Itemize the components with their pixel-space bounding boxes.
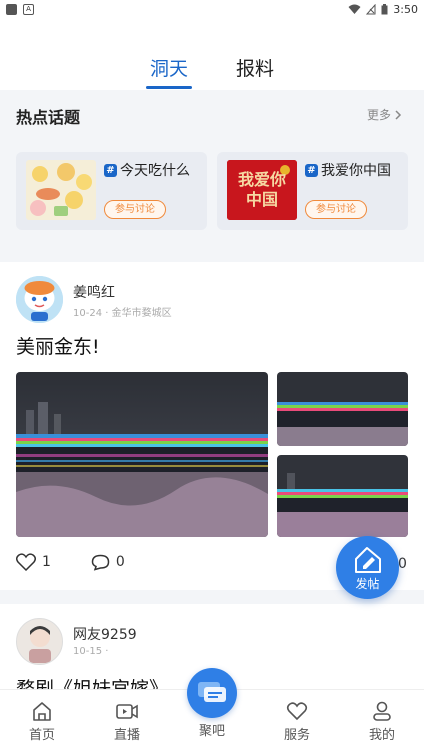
china-poster-image: 我爱你中国 [227, 160, 297, 220]
signal-off-icon [366, 3, 376, 14]
topic-card[interactable]: 我爱你中国 # 我爱你中国 参与讨论 [217, 152, 408, 230]
status-time: 3:50 [393, 2, 418, 16]
like-button[interactable]: 1 [16, 553, 51, 571]
author-name[interactable]: 网友9259 [73, 624, 137, 644]
nav-home[interactable]: 首页 [12, 700, 72, 743]
join-discussion-button[interactable]: 参与讨论 [104, 200, 166, 219]
nav-label: 直播 [113, 728, 140, 743]
nav-label: 聚吧 [198, 724, 225, 739]
heart-icon [286, 702, 308, 721]
section-divider [0, 244, 424, 262]
avatar[interactable] [16, 276, 63, 323]
home-icon [33, 702, 51, 721]
hashtag-icon: # [104, 163, 117, 177]
comment-icon [91, 554, 110, 571]
user-icon [373, 701, 391, 721]
food-illustration [26, 160, 96, 220]
post-title[interactable]: 美丽金东! [16, 332, 100, 359]
hot-topics-section: 热点话题 更多 # 今天吃什么 参与讨论 我爱你中国 # 我爱你中国 参与讨论 [0, 90, 424, 244]
poster-text: 我爱你中国 [237, 170, 286, 209]
hashtag-icon: # [305, 163, 318, 177]
tab-dongtian[interactable]: 洞天 [145, 55, 193, 91]
post-actions: 1 0 [16, 553, 165, 571]
post-image[interactable] [277, 372, 408, 446]
top-tabs: 洞天 报料 [0, 55, 424, 91]
topic-card[interactable]: # 今天吃什么 参与讨论 [16, 152, 207, 230]
status-bar: A 3:50 [0, 0, 424, 18]
nav-live[interactable]: 直播 [97, 700, 157, 743]
nav-label: 服务 [283, 728, 310, 743]
like-count: 1 [42, 554, 51, 570]
more-label: 更多 [366, 108, 391, 122]
avatar[interactable] [16, 618, 63, 665]
nav-label: 我的 [368, 728, 395, 743]
post-meta: 10-15 · [73, 646, 109, 657]
edit-icon [355, 547, 381, 573]
heart-icon [16, 553, 36, 571]
nav-juba-button[interactable] [187, 668, 237, 718]
tab-baoliao[interactable]: 报料 [236, 55, 274, 91]
bottom-nav: 首页 直播 聚吧 服务 我的 [0, 668, 424, 753]
nav-service[interactable]: 服务 [267, 700, 327, 743]
topic-title-text: 今天吃什么 [120, 163, 190, 179]
author-name[interactable]: 姜鸣红 [73, 282, 115, 302]
post-image[interactable] [16, 372, 268, 537]
a-badge-icon: A [23, 3, 34, 15]
more-link[interactable]: 更多 [367, 106, 402, 123]
nav-label: 首页 [28, 728, 55, 743]
notification-icon [6, 3, 17, 15]
comment-button[interactable]: 0 [91, 554, 125, 571]
join-discussion-button[interactable]: 参与讨论 [305, 200, 367, 219]
topic-title: # 今天吃什么 [104, 160, 190, 180]
chevron-right-icon [395, 109, 402, 120]
share-count: 0 [398, 556, 407, 572]
topic-title-text: 我爱你中国 [321, 163, 391, 179]
fab-label: 发帖 [355, 577, 380, 591]
battery-icon [381, 3, 388, 14]
post-meta: 10-24 · 金华市婺城区 [73, 308, 172, 319]
hot-topics-title: 热点话题 [16, 108, 81, 127]
topic-title: # 我爱你中国 [305, 160, 391, 180]
nav-mine[interactable]: 我的 [352, 700, 412, 743]
post-fab-button[interactable]: 发帖 [336, 536, 399, 599]
comment-count: 0 [115, 554, 125, 570]
post-image[interactable] [277, 455, 408, 537]
chat-icon [198, 682, 226, 702]
wifi-icon [348, 4, 361, 14]
video-icon [116, 704, 138, 719]
